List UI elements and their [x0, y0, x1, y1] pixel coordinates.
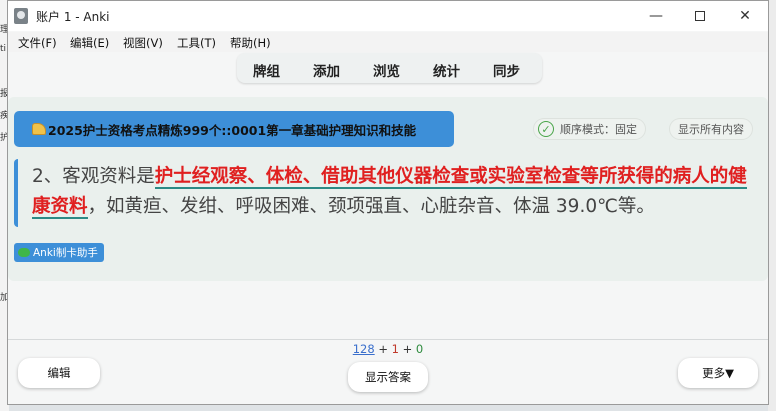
card-text-prefix: 2、客观资料是: [32, 166, 155, 187]
card-counts: 128 + 1 + 0: [8, 342, 768, 356]
toolbar-browse[interactable]: 浏览: [373, 60, 400, 80]
background-window-right: [768, 0, 776, 411]
toolbar-sync[interactable]: 同步: [493, 60, 520, 80]
minimize-button[interactable]: —: [633, 1, 679, 31]
show-answer-button[interactable]: 显示答案: [348, 362, 428, 392]
menu-view[interactable]: 视图(V): [123, 35, 163, 51]
menu-edit[interactable]: 编辑(E): [70, 35, 109, 51]
title-bar: 账户 1 - Anki — ✕: [8, 1, 768, 31]
deck-tag-label: 2025护士资格考点精炼999个::0001第一章基础护理知识和技能: [48, 122, 417, 138]
toolbar-add[interactable]: 添加: [313, 60, 340, 80]
window-title: 账户 1 - Anki: [36, 10, 110, 24]
order-mode-label: 顺序模式：固定: [560, 123, 637, 136]
deck-tag[interactable]: 2025护士资格考点精炼999个::0001第一章基础护理知识和技能: [14, 111, 454, 147]
maximize-button[interactable]: [677, 1, 723, 31]
order-mode-toggle[interactable]: ✓ 顺序模式：固定: [534, 119, 645, 139]
review-card: 2025护士资格考点精炼999个::0001第一章基础护理知识和技能 ✓ 顺序模…: [8, 97, 768, 281]
new-count: 128: [352, 342, 375, 356]
review-count: 0: [415, 342, 424, 356]
show-all-label: 显示所有内容: [678, 123, 744, 136]
card-question-text: 2、客观资料是护士经观察、体检、借助其他仪器检查或实验室检查等所获得的病人的健康…: [14, 159, 762, 227]
background-fragment: ti: [0, 44, 7, 54]
anki-app-icon: [14, 8, 28, 24]
toolbar-decks[interactable]: 牌组: [253, 60, 280, 80]
wechat-icon: [18, 248, 30, 257]
menu-help[interactable]: 帮助(H): [230, 35, 271, 51]
card-text-suffix: ，如黄疸、发绀、呼吸困难、颈项强直、心脏杂音、体温 39.0℃等。: [87, 196, 655, 217]
menu-bar: 文件(F) 编辑(E) 视图(V) 工具(T) 帮助(H): [8, 32, 768, 52]
anki-helper-badge[interactable]: Anki制卡助手: [14, 243, 104, 262]
close-button[interactable]: ✕: [722, 1, 768, 31]
menu-tools[interactable]: 工具(T): [177, 35, 216, 51]
writing-hand-icon: [32, 123, 46, 135]
main-toolbar: 牌组 添加 浏览 统计 同步: [237, 53, 542, 83]
check-circle-icon: ✓: [538, 121, 554, 137]
menu-file[interactable]: 文件(F): [18, 35, 57, 51]
bottom-bar-divider: [8, 339, 768, 340]
maximize-icon: [695, 11, 705, 21]
anki-window: 账户 1 - Anki — ✕ 文件(F) 编辑(E) 视图(V) 工具(T) …: [7, 0, 769, 405]
edit-button[interactable]: 编辑: [18, 358, 100, 388]
toolbar-stats[interactable]: 统计: [433, 60, 460, 80]
helper-badge-label: Anki制卡助手: [33, 247, 98, 259]
learning-count: 1: [391, 342, 399, 356]
more-button[interactable]: 更多▼: [678, 358, 758, 388]
count-separator: +: [374, 342, 392, 356]
show-all-button[interactable]: 显示所有内容: [670, 119, 752, 139]
count-separator: +: [398, 342, 416, 356]
